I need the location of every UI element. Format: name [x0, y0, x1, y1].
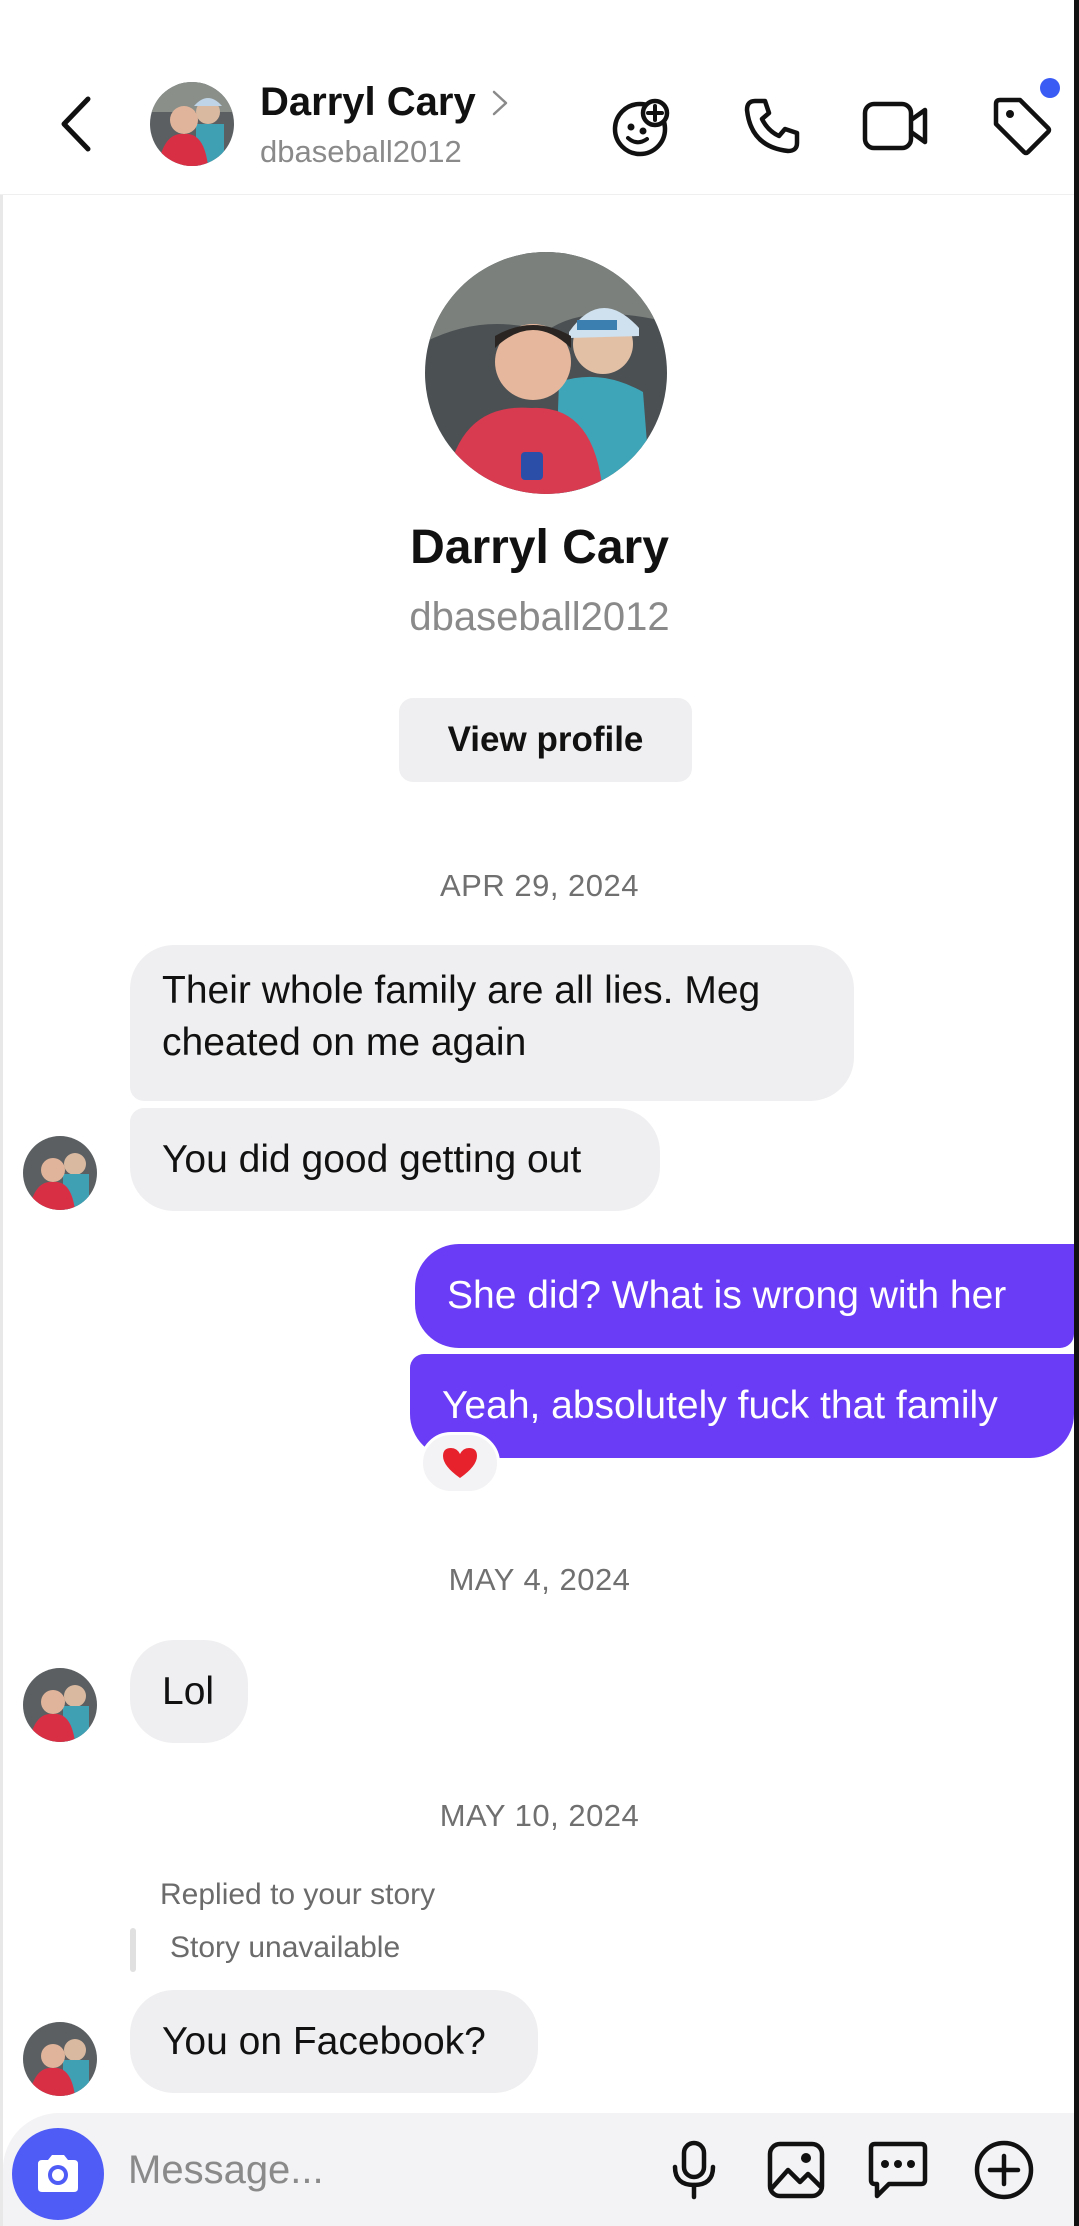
- header-name-row[interactable]: Darryl Cary: [260, 80, 510, 125]
- add-icon: [974, 2140, 1034, 2200]
- screen-left-edge: [0, 0, 3, 2226]
- sender-avatar[interactable]: [23, 1668, 97, 1742]
- date-separator: APR 29, 2024: [439, 868, 640, 903]
- notification-dot: [1040, 78, 1060, 98]
- profile-name: Darryl Cary: [410, 521, 669, 574]
- message-input[interactable]: [128, 2140, 628, 2200]
- date-separator: MAY 4, 2024: [448, 1562, 631, 1597]
- camera-button[interactable]: [12, 2128, 104, 2220]
- microphone-icon: [672, 2140, 716, 2200]
- incoming-message[interactable]: Their whole family are all lies. Meg che…: [130, 945, 854, 1101]
- video-call-button[interactable]: [860, 90, 932, 162]
- video-camera-icon: [862, 101, 928, 151]
- reply-context-label: Replied to your story: [160, 1878, 436, 1911]
- tag-button[interactable]: [986, 90, 1058, 162]
- incoming-message[interactable]: Lol: [130, 1640, 248, 1743]
- screen-right-edge: [1074, 0, 1079, 2226]
- call-button[interactable]: [736, 90, 808, 162]
- phone-icon: [744, 98, 800, 154]
- ai-sparkle-icon: [612, 98, 670, 157]
- back-button[interactable]: [52, 90, 100, 158]
- heart-icon: [443, 1448, 477, 1478]
- chevron-right-icon: [492, 90, 507, 115]
- view-profile-button[interactable]: View profile: [399, 698, 692, 782]
- profile-handle: dbaseball2012: [409, 595, 670, 639]
- voice-message-button[interactable]: [658, 2134, 730, 2206]
- sticker-chat-icon: [868, 2141, 928, 2199]
- gallery-button[interactable]: [760, 2134, 832, 2206]
- add-button[interactable]: [968, 2134, 1040, 2206]
- heart-reaction[interactable]: [420, 1432, 500, 1494]
- outgoing-message[interactable]: Yeah, absolutely fuck that family: [410, 1354, 1074, 1458]
- chat-header: Darryl Cary dbaseball2012: [0, 0, 1074, 195]
- sender-avatar[interactable]: [23, 2022, 97, 2096]
- sender-avatar[interactable]: [23, 1136, 97, 1210]
- camera-icon: [38, 2155, 78, 2192]
- tag-icon: [993, 97, 1052, 156]
- date-separator: MAY 10, 2024: [439, 1798, 640, 1833]
- reply-quote-bar: [130, 1928, 136, 1972]
- incoming-message[interactable]: You did good getting out: [130, 1108, 660, 1211]
- image-icon: [767, 2141, 825, 2199]
- story-unavailable-label: Story unavailable: [170, 1931, 401, 1964]
- profile-avatar[interactable]: [425, 252, 667, 494]
- ai-button[interactable]: [606, 90, 678, 162]
- header-avatar[interactable]: [150, 82, 234, 166]
- header-handle: dbaseball2012: [260, 134, 462, 169]
- outgoing-message[interactable]: She did? What is wrong with her: [415, 1244, 1074, 1348]
- header-name[interactable]: Darryl Cary: [260, 80, 476, 125]
- incoming-message[interactable]: You on Facebook?: [130, 1990, 538, 2093]
- sticker-button[interactable]: [862, 2134, 934, 2206]
- back-chevron-icon: [61, 96, 91, 152]
